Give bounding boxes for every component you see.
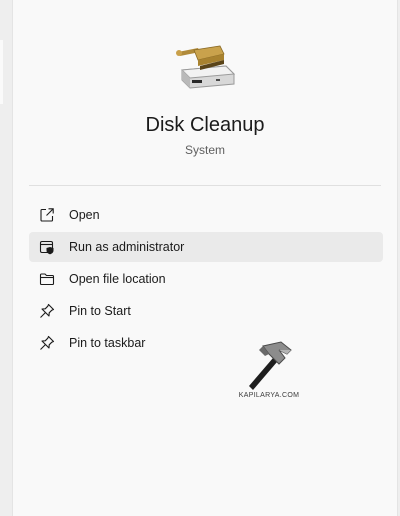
context-menu: Open Run as administrator Open file loca… (29, 200, 383, 360)
menu-item-label: Pin to Start (69, 304, 131, 318)
menu-item-open-file-location[interactable]: Open file location (29, 264, 383, 294)
menu-item-pin-to-start[interactable]: Pin to Start (29, 296, 383, 326)
divider (29, 185, 381, 186)
watermark-text: KAPILARYA.COM (238, 392, 300, 399)
menu-item-run-as-administrator[interactable]: Run as administrator (29, 232, 383, 262)
pin-icon (40, 335, 55, 350)
open-external-icon (40, 208, 54, 222)
hammer-icon (249, 341, 292, 390)
watermark: KAPILARYA.COM (229, 336, 309, 406)
menu-item-open[interactable]: Open (29, 200, 383, 230)
app-category: System (184, 143, 225, 157)
menu-item-label: Open file location (69, 272, 166, 286)
background-window-edge (0, 40, 3, 104)
admin-shield-icon (39, 240, 54, 255)
pin-icon (40, 303, 55, 318)
menu-item-label: Pin to taskbar (69, 336, 146, 350)
menu-item-pin-to-taskbar[interactable]: Pin to taskbar (29, 328, 383, 358)
folder-icon (39, 273, 55, 286)
menu-item-label: Run as administrator (69, 240, 185, 254)
app-context-panel: Disk Cleanup System Open Run as administ… (12, 0, 398, 516)
app-title: Disk Cleanup (145, 114, 265, 136)
menu-item-label: Open (69, 208, 100, 222)
disk-cleanup-icon (176, 45, 236, 89)
